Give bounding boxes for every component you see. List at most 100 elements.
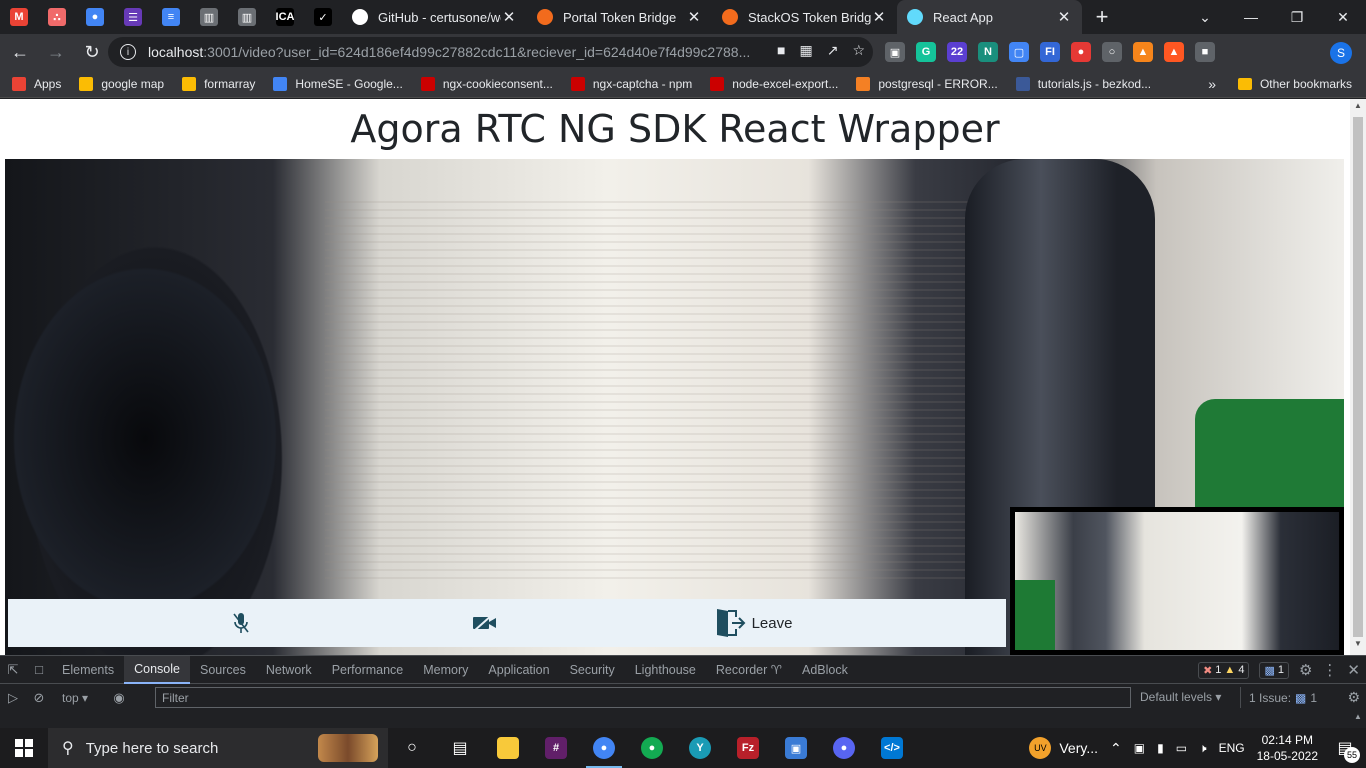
bookmark-item[interactable]: google map: [79, 76, 164, 91]
close-window-button[interactable]: ✕: [1320, 0, 1366, 34]
devtools-tab[interactable]: Memory: [413, 656, 478, 684]
pinned-tab-forms[interactable]: ☰: [114, 0, 152, 34]
camera-in-use-icon[interactable]: ■: [777, 42, 785, 59]
tab-close-icon[interactable]: ✕: [686, 8, 702, 26]
scroll-down-icon[interactable]: ▼: [1350, 639, 1366, 653]
notification-center-icon[interactable]: ▤ 55: [1332, 735, 1360, 763]
tray-chevron-icon[interactable]: ⌃: [1110, 740, 1122, 757]
devtools-tab[interactable]: Lighthouse: [625, 656, 706, 684]
maximize-button[interactable]: ❐: [1274, 0, 1320, 34]
metamask-icon[interactable]: ▲: [1133, 42, 1153, 62]
chrome-icon[interactable]: ●: [580, 728, 628, 768]
site-info-icon[interactable]: i: [120, 44, 136, 60]
forward-button[interactable]: →: [40, 36, 72, 68]
cortana-icon[interactable]: ○: [388, 728, 436, 768]
bookmark-item[interactable]: Apps: [12, 76, 61, 91]
close-devtools-icon[interactable]: ✕: [1347, 661, 1360, 679]
devtools-tab[interactable]: Recorder ♈: [706, 656, 792, 684]
extension-a-icon[interactable]: ▣: [885, 42, 905, 62]
devtools-tab[interactable]: Console: [124, 655, 190, 684]
camera-tray-icon[interactable]: ▣: [1134, 741, 1145, 755]
console-filter-input[interactable]: Filter: [155, 687, 1131, 708]
bookmark-star-icon[interactable]: ☆: [852, 42, 865, 59]
bookmark-item[interactable]: node-excel-export...: [710, 76, 838, 91]
scroll-up-icon[interactable]: ▲: [1350, 101, 1366, 115]
browser-tab[interactable]: StackOS Token Bridge ✕: [712, 0, 897, 34]
language-indicator[interactable]: ENG: [1219, 741, 1245, 755]
other-bookmarks[interactable]: Other bookmarks: [1237, 77, 1352, 91]
console-scroll-icon[interactable]: ▲: [1350, 712, 1366, 729]
bookmarks-overflow-icon[interactable]: »: [1208, 76, 1216, 92]
mic-button[interactable]: [230, 599, 252, 647]
address-bar[interactable]: i localhost :3001/video?user_id=624d186e…: [108, 37, 873, 67]
extension-fi-icon[interactable]: FI: [1040, 42, 1060, 62]
settings-gear-icon[interactable]: ⚙: [1299, 661, 1312, 679]
new-tab-button[interactable]: +: [1082, 4, 1122, 30]
devtools-tab[interactable]: Application: [478, 656, 559, 684]
file-explorer-icon[interactable]: [484, 728, 532, 768]
camera-icon[interactable]: ■: [1195, 42, 1215, 62]
slack-icon[interactable]: #: [532, 728, 580, 768]
inspect-element-icon[interactable]: ⇱: [0, 656, 26, 684]
clear-console-icon[interactable]: ⊘: [26, 684, 52, 712]
devtools-tab[interactable]: Performance: [322, 656, 414, 684]
devtools-tab[interactable]: Sources: [190, 656, 256, 684]
app-bird-icon[interactable]: Y: [676, 728, 724, 768]
bookmark-item[interactable]: HomeSE - Google...: [273, 76, 403, 91]
devtools-tab[interactable]: Security: [560, 656, 625, 684]
tab-close-icon[interactable]: ✕: [871, 8, 887, 26]
minimize-button[interactable]: —: [1228, 0, 1274, 34]
tab-close-icon[interactable]: ✕: [501, 8, 517, 26]
tab-search-icon[interactable]: ⌄: [1182, 0, 1228, 34]
pinned-tab-gmail[interactable]: M: [0, 0, 38, 34]
pinned-tab-asana[interactable]: ∴: [38, 0, 76, 34]
bookmark-item[interactable]: postgresql - ERROR...: [856, 76, 998, 91]
back-button[interactable]: ←: [4, 36, 36, 68]
devtools-tab[interactable]: Network: [256, 656, 322, 684]
vscode-icon[interactable]: </>: [868, 728, 916, 768]
remote-desktop-icon[interactable]: ▣: [772, 728, 820, 768]
volume-icon[interactable]: 🕨: [1199, 741, 1207, 756]
tab-close-icon[interactable]: ✕: [1056, 8, 1072, 26]
clock[interactable]: 02:14 PM 18-05-2022: [1257, 732, 1318, 764]
extension-red-icon[interactable]: ●: [1071, 42, 1091, 62]
discord-icon[interactable]: ●: [820, 728, 868, 768]
messages-badge[interactable]: ▩ 1: [1259, 661, 1289, 679]
device-toolbar-icon[interactable]: □: [26, 656, 52, 684]
console-settings-icon[interactable]: ⚙: [1347, 689, 1360, 706]
devtools-tab[interactable]: Elements: [52, 656, 124, 684]
start-button[interactable]: [0, 728, 48, 768]
error-warning-badge[interactable]: ✖ 1 ▲ 4: [1198, 661, 1250, 679]
camera-button[interactable]: [471, 599, 499, 647]
leave-button[interactable]: Leave: [708, 599, 798, 647]
taskbar-search[interactable]: ⚲ Type here to search: [48, 728, 388, 768]
more-options-icon[interactable]: ⋮: [1322, 661, 1337, 679]
filezilla-icon[interactable]: Fz: [724, 728, 772, 768]
bookmark-item[interactable]: tutorials.js - bezkod...: [1015, 76, 1151, 91]
share-icon[interactable]: ↗: [827, 42, 839, 59]
pinned-tab-ica[interactable]: ICA: [266, 0, 304, 34]
pinned-tab-trello-2[interactable]: ▥: [228, 0, 266, 34]
page-scrollbar[interactable]: ▲ ▼: [1350, 99, 1366, 655]
pinned-tab-trello[interactable]: ▥: [190, 0, 228, 34]
pinned-tab-circle[interactable]: ✓: [304, 0, 342, 34]
browser-tab[interactable]: React App ✕: [897, 0, 1082, 34]
extension-b-icon[interactable]: ▢: [1009, 42, 1029, 62]
browser-tab[interactable]: GitHub - certusone/wo ✕: [342, 0, 527, 34]
weather-widget[interactable]: UV Very...: [1029, 737, 1098, 759]
profile-avatar[interactable]: S: [1330, 42, 1352, 64]
reload-button[interactable]: ↻: [76, 36, 108, 68]
grammarly-icon[interactable]: G: [916, 42, 936, 62]
live-expression-eye-icon[interactable]: ◉: [106, 684, 132, 712]
mongodb-icon[interactable]: ●: [628, 728, 676, 768]
extension-22-icon[interactable]: 22: [947, 42, 967, 62]
devtools-tab[interactable]: AdBlock: [792, 656, 858, 684]
pinned-tab-chrome-store[interactable]: ●: [76, 0, 114, 34]
extension-fire-icon[interactable]: ▲: [1164, 42, 1184, 62]
issues-counter[interactable]: 1 Issue: ▩ 1: [1240, 687, 1317, 708]
extension-n-icon[interactable]: N: [978, 42, 998, 62]
browser-tab[interactable]: Portal Token Bridge ✕: [527, 0, 712, 34]
log-levels-dropdown[interactable]: Default levels ▾: [1140, 690, 1221, 704]
bookmark-item[interactable]: ngx-captcha - npm: [570, 76, 692, 91]
mic-tray-icon[interactable]: ▮: [1157, 741, 1164, 755]
